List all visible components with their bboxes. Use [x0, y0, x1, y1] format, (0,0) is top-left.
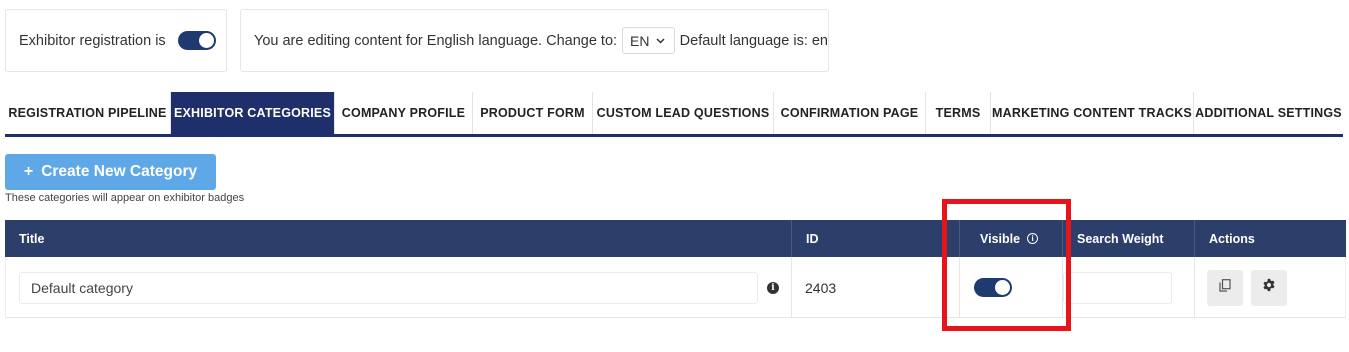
table-row: Default category i 2403: [5, 257, 1346, 318]
tab-additional-settings[interactable]: ADDITIONAL SETTINGS: [1194, 92, 1343, 134]
language-card: You are editing content for English lang…: [240, 9, 829, 72]
tab-confirmation-page[interactable]: CONFIRMATION PAGE: [774, 92, 926, 134]
column-id: ID: [792, 220, 960, 257]
category-title-input[interactable]: Default category: [19, 271, 758, 304]
create-category-button[interactable]: + Create New Category: [5, 154, 216, 190]
category-id: 2403: [805, 279, 837, 296]
copy-button[interactable]: [1207, 269, 1243, 306]
toggle-knob: [995, 280, 1010, 295]
column-search-weight: Search Weight: [1063, 220, 1195, 257]
column-id-label: ID: [806, 231, 819, 246]
cell-search-weight: [1063, 257, 1195, 318]
search-weight-input[interactable]: [1063, 271, 1172, 304]
tab-marketing-content-tracks[interactable]: MARKETING CONTENT TRACKS: [991, 92, 1194, 134]
column-actions: Actions: [1195, 220, 1346, 257]
table-header: Title ID Visible i Search Weight Actions: [5, 220, 1346, 257]
column-title: Title: [5, 220, 792, 257]
copy-icon: [1219, 278, 1231, 297]
cell-id: 2403: [792, 257, 960, 318]
language-select-value: EN: [630, 32, 650, 49]
registration-label: Exhibitor registration is: [19, 32, 166, 49]
tab-custom-lead-questions[interactable]: CUSTOM LEAD QUESTIONS: [593, 92, 774, 134]
plus-icon: +: [23, 163, 34, 180]
toggle-knob: [198, 33, 214, 48]
categories-hint: These categories will appear on exhibito…: [5, 192, 245, 204]
settings-tabs: REGISTRATION PIPELINE EXHIBITOR CATEGORI…: [5, 92, 1343, 137]
language-select[interactable]: EN: [622, 27, 675, 54]
info-icon[interactable]: i: [767, 281, 779, 294]
cell-visible: [960, 257, 1063, 318]
info-circle-icon[interactable]: i: [1027, 233, 1039, 244]
tab-exhibitor-categories[interactable]: EXHIBITOR CATEGORIES: [171, 92, 335, 134]
create-category-label: Create New Category: [41, 163, 198, 180]
chevron-down-icon: [656, 35, 665, 47]
tab-product-form[interactable]: PRODUCT FORM: [473, 92, 593, 134]
registration-card: Exhibitor registration is: [5, 9, 227, 72]
cell-title: Default category i: [6, 257, 792, 318]
column-actions-label: Actions: [1209, 231, 1255, 246]
visible-toggle[interactable]: [974, 278, 1012, 297]
column-visible: Visible i: [960, 220, 1063, 257]
tab-registration-pipeline[interactable]: REGISTRATION PIPELINE: [5, 92, 171, 134]
settings-button[interactable]: [1251, 269, 1287, 306]
tab-company-profile[interactable]: COMPANY PROFILE: [335, 92, 473, 134]
language-prefix-text: You are editing content for English lang…: [254, 32, 618, 49]
column-search-weight-label: Search Weight: [1077, 231, 1164, 246]
registration-toggle[interactable]: [177, 31, 216, 50]
tab-terms[interactable]: TERMS: [926, 92, 991, 134]
gear-icon: [1262, 278, 1276, 297]
column-visible-label: Visible: [980, 231, 1021, 246]
column-title-label: Title: [19, 231, 45, 246]
default-language-text: Default language is: en: [679, 32, 828, 49]
cell-actions: [1195, 257, 1345, 318]
categories-table: Title ID Visible i Search Weight Actions…: [5, 220, 1346, 318]
